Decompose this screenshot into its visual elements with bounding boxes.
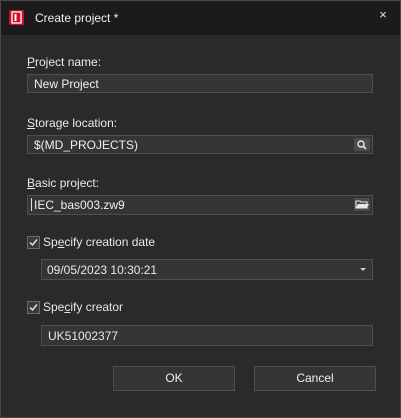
app-icon <box>9 10 24 25</box>
storage-location-input[interactable]: $(MD_PROJECTS) <box>27 135 373 154</box>
cancel-button[interactable]: Cancel <box>254 366 376 391</box>
text-caret <box>31 198 32 211</box>
project-name-input[interactable]: New Project <box>27 74 373 93</box>
creator-value: UK51002377 <box>48 329 119 343</box>
chevron-down-icon[interactable] <box>360 268 366 271</box>
creation-date-value: 09/05/2023 10:30:21 <box>47 263 158 277</box>
ok-button[interactable]: OK <box>113 366 235 391</box>
close-icon[interactable]: × <box>375 7 391 23</box>
basic-project-value: IEC_bas003.zw9 <box>34 198 125 212</box>
title-bar: Create project * × <box>1 1 400 35</box>
creation-date-checkbox[interactable] <box>27 236 40 249</box>
storage-location-value: $(MD_PROJECTS) <box>34 138 139 152</box>
project-name-value: New Project <box>34 77 99 91</box>
dialog-window: Create project * × Project name: New Pro… <box>0 0 401 418</box>
dialog-content: Project name: New Project Storage locati… <box>1 35 400 417</box>
basic-project-label: Basic project: <box>27 176 100 190</box>
creator-input[interactable]: UK51002377 <box>41 325 373 346</box>
basic-project-input[interactable]: IEC_bas003.zw9 <box>27 195 373 215</box>
storage-location-label: Storage location: <box>27 116 118 130</box>
search-icon[interactable] <box>354 138 370 151</box>
folder-open-icon[interactable] <box>354 198 370 211</box>
creation-date-label: Specify creation date <box>43 235 156 249</box>
dialog-title: Create project * <box>35 11 119 25</box>
project-name-label: Project name: <box>27 55 102 69</box>
creator-checkbox[interactable] <box>27 301 40 314</box>
creation-date-dropdown[interactable]: 09/05/2023 10:30:21 <box>41 259 373 280</box>
creator-label: Specify creator <box>43 300 124 314</box>
